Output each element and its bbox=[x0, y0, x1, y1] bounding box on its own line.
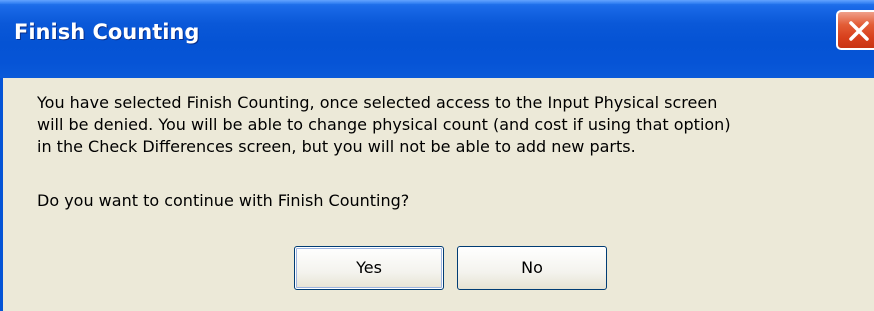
message-line: will be denied. You will be able to chan… bbox=[37, 115, 731, 134]
finish-counting-dialog: Finish Counting You have selected Finish… bbox=[0, 0, 874, 311]
message-line: You have selected Finish Counting, once … bbox=[37, 93, 718, 112]
title-bar-sheen bbox=[0, 0, 874, 4]
dialog-message: You have selected Finish Counting, once … bbox=[37, 92, 867, 158]
message-line: in the Check Differences screen, but you… bbox=[37, 137, 636, 156]
dialog-title: Finish Counting bbox=[14, 20, 200, 44]
title-bar[interactable]: Finish Counting bbox=[0, 0, 874, 78]
no-button[interactable]: No bbox=[457, 246, 607, 290]
close-icon bbox=[849, 21, 869, 41]
close-button[interactable] bbox=[836, 10, 874, 50]
dialog-question: Do you want to continue with Finish Coun… bbox=[37, 191, 410, 210]
yes-button[interactable]: Yes bbox=[294, 246, 444, 290]
